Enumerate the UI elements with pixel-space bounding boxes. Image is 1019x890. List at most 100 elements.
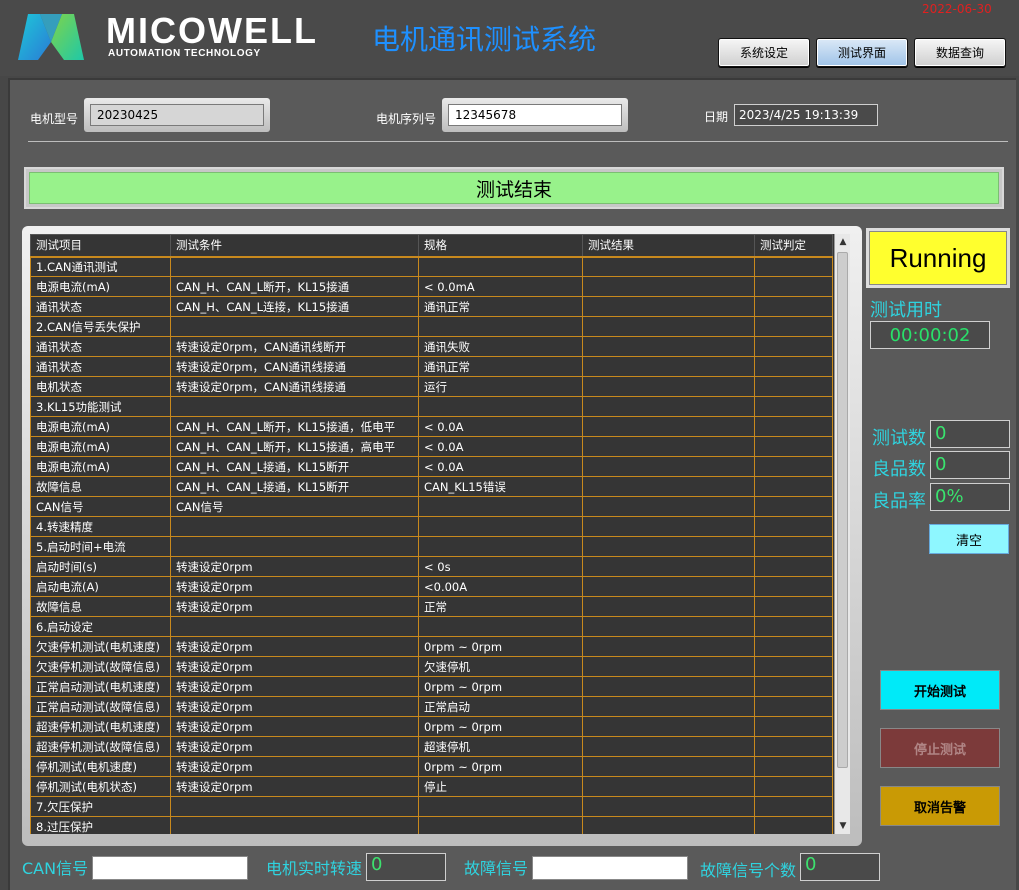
table-cell: 0rpm ~ 0rpm [418, 756, 583, 777]
table-row[interactable]: 6.启动设定 [30, 616, 833, 637]
cancel-alarm-button[interactable]: 取消告警 [880, 786, 1000, 826]
scroll-thumb[interactable] [837, 252, 848, 768]
start-test-button[interactable]: 开始测试 [880, 670, 1000, 710]
table-cell [754, 716, 833, 737]
table-cell: 通讯状态 [30, 296, 171, 317]
table-cell: 转速设定0rpm [170, 676, 419, 697]
clear-button[interactable]: 清空 [929, 524, 1009, 554]
motor-model-field[interactable]: 20230425 [90, 104, 264, 126]
table-row[interactable]: 1.CAN通讯测试 [30, 256, 833, 277]
table-cell: 转速设定0rpm [170, 716, 419, 737]
table-row[interactable]: 欠速停机测试(电机速度) 转速设定0rpm 0rpm ~ 0rpm [30, 636, 833, 657]
running-indicator: Running [866, 228, 1010, 288]
table-row[interactable]: 停机测试(电机状态) 转速设定0rpm 停止 [30, 776, 833, 797]
table-cell: 转速设定0rpm [170, 576, 419, 597]
table-cell [170, 316, 419, 337]
table-cell: 超速停机测试(电机速度) [30, 716, 171, 737]
table-cell [754, 356, 833, 377]
table-cell [754, 296, 833, 317]
table-cell: 0rpm ~ 0rpm [418, 676, 583, 697]
table-cell [170, 616, 419, 637]
table-row[interactable]: 8.过压保护 [30, 816, 833, 834]
table-row[interactable]: 通讯状态 转速设定0rpm，CAN通讯线接通 通讯正常 [30, 356, 833, 377]
table-cell: 转速设定0rpm [170, 776, 419, 797]
table-row[interactable]: 电源电流(mA) CAN_H、CAN_L断开，KL15接通，高电平 < 0.0A [30, 436, 833, 457]
table-cell: CAN信号 [170, 496, 419, 517]
table-cell [582, 496, 755, 517]
table-row[interactable]: 停机测试(电机速度) 转速设定0rpm 0rpm ~ 0rpm [30, 756, 833, 777]
table-row[interactable]: 3.KL15功能测试 [30, 396, 833, 417]
fault-signal-field[interactable] [532, 856, 688, 880]
column-header-verdict[interactable]: 测试判定 [754, 234, 833, 258]
table-row[interactable]: 电源电流(mA) CAN_H、CAN_L断开，KL15接通，低电平 < 0.0A [30, 416, 833, 437]
table-row[interactable]: 5.启动时间+电流 [30, 536, 833, 557]
table-cell [754, 736, 833, 757]
table-cell [582, 776, 755, 797]
table-row[interactable]: 正常启动测试(故障信息) 转速设定0rpm 正常启动 [30, 696, 833, 717]
table-cell: CAN_H、CAN_L断开，KL15接通 [170, 276, 419, 297]
table-cell [582, 576, 755, 597]
table-cell [418, 256, 583, 277]
table-cell [418, 616, 583, 637]
nav-system-settings-button[interactable]: 系统设定 [718, 38, 810, 67]
column-header-result[interactable]: 测试结果 [582, 234, 755, 258]
nav-test-screen-button[interactable]: 测试界面 [816, 38, 908, 67]
table-row[interactable]: 电机状态 转速设定0rpm，CAN通讯线接通 运行 [30, 376, 833, 397]
column-header-condition[interactable]: 测试条件 [170, 234, 419, 258]
table-row[interactable]: 故障信息 转速设定0rpm 正常 [30, 596, 833, 617]
table-row[interactable]: 故障信息 CAN_H、CAN_L接通，KL15断开 CAN_KL15错误 [30, 476, 833, 497]
table-cell: 欠速停机 [418, 656, 583, 677]
stop-test-button[interactable]: 停止测试 [880, 728, 1000, 768]
table-cell [754, 376, 833, 397]
table-cell [582, 256, 755, 277]
motor-serial-label: 电机序列号 [376, 112, 437, 126]
table-scrollbar[interactable]: ▲ ▼ [834, 234, 850, 834]
scroll-down-icon[interactable]: ▼ [835, 818, 850, 834]
table-cell [582, 356, 755, 377]
table-cell: 超速停机 [418, 736, 583, 757]
table-row[interactable]: 电源电流(mA) CAN_H、CAN_L断开，KL15接通 < 0.0mA [30, 276, 833, 297]
table-row[interactable]: 启动时间(s) 转速设定0rpm < 0s [30, 556, 833, 577]
results-table-container: 测试项目 测试条件 规格 测试结果 测试判定 1.CAN通讯测试 电源电流(mA)… [30, 234, 850, 834]
column-header-spec[interactable]: 规格 [418, 234, 583, 258]
table-row[interactable]: 7.欠压保护 [30, 796, 833, 817]
good-count-label: 良品数 [872, 459, 926, 480]
table-row[interactable]: 超速停机测试(电机速度) 转速设定0rpm 0rpm ~ 0rpm [30, 716, 833, 737]
table-row[interactable]: 通讯状态 转速设定0rpm，CAN通讯线断开 通讯失败 [30, 336, 833, 357]
table-cell: 0rpm ~ 0rpm [418, 716, 583, 737]
table-cell: 3.KL15功能测试 [30, 396, 171, 417]
table-row[interactable]: 正常启动测试(电机速度) 转速设定0rpm 0rpm ~ 0rpm [30, 676, 833, 697]
table-row[interactable]: 启动电流(A) 转速设定0rpm <0.00A [30, 576, 833, 597]
column-header-item[interactable]: 测试项目 [30, 234, 171, 258]
table-row[interactable]: 欠速停机测试(故障信息) 转速设定0rpm 欠速停机 [30, 656, 833, 677]
status-bar: 测试结束 [24, 167, 1004, 209]
table-cell: 4.转速精度 [30, 516, 171, 537]
table-row[interactable]: CAN信号 CAN信号 [30, 496, 833, 517]
motor-serial-field[interactable]: 12345678 [448, 104, 622, 126]
table-cell [754, 556, 833, 577]
table-cell [582, 616, 755, 637]
table-cell: 转速设定0rpm [170, 696, 419, 717]
table-row[interactable]: 通讯状态 CAN_H、CAN_L连接，KL15接通 通讯正常 [30, 296, 833, 317]
table-cell [582, 416, 755, 437]
table-cell [582, 316, 755, 337]
table-row[interactable]: 4.转速精度 [30, 516, 833, 537]
table-cell [418, 816, 583, 834]
logo-text: MICOWELL [106, 10, 318, 51]
motor-model-label: 电机型号 [30, 112, 79, 126]
table-cell: 通讯状态 [30, 336, 171, 357]
scroll-up-icon[interactable]: ▲ [835, 234, 850, 250]
test-count-value: 0 [930, 420, 1010, 448]
table-cell [582, 696, 755, 717]
table-row[interactable]: 超速停机测试(故障信息) 转速设定0rpm 超速停机 [30, 736, 833, 757]
divider [28, 141, 1008, 142]
nav-data-query-button[interactable]: 数据查询 [914, 38, 1006, 67]
table-cell [582, 296, 755, 317]
fault-count-value: 0 [800, 853, 880, 881]
logo-subtitle: AUTOMATION TECHNOLOGY [108, 48, 261, 59]
can-signal-field[interactable] [92, 856, 248, 880]
table-cell: 转速设定0rpm，CAN通讯线接通 [170, 356, 419, 377]
table-row[interactable]: 电源电流(mA) CAN_H、CAN_L接通，KL15断开 < 0.0A [30, 456, 833, 477]
table-cell [582, 476, 755, 497]
table-row[interactable]: 2.CAN信号丢失保护 [30, 316, 833, 337]
